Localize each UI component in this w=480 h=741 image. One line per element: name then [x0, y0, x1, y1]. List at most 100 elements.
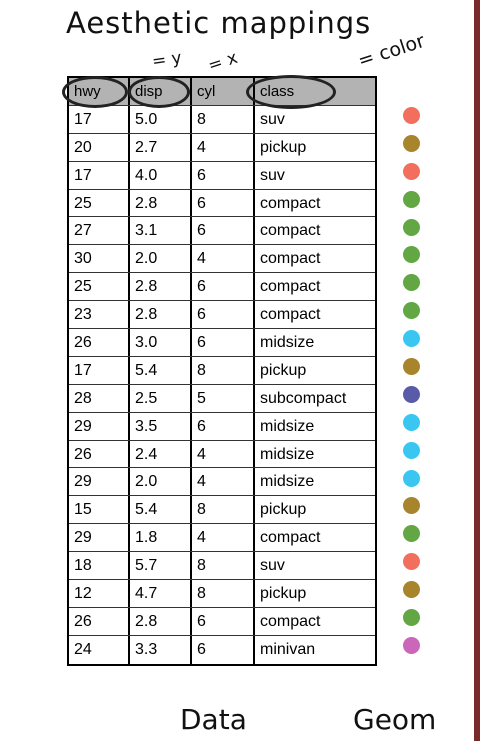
cell-disp: 3.5	[130, 412, 192, 440]
cell-hwy: 15	[69, 496, 130, 524]
cell-hwy: 29	[69, 468, 130, 496]
cell-class: suv	[260, 110, 285, 128]
data-label: Data	[180, 703, 247, 736]
geom-point-minivan	[403, 636, 420, 654]
table-row: 18 5.7 8 suv	[69, 552, 375, 581]
table-row: 20 2.7 4 pickup	[69, 133, 375, 162]
cell-cyl: 8	[192, 105, 255, 133]
table-row: 25 2.8 6 compact	[69, 189, 375, 218]
cell-cyl: 8	[192, 552, 255, 580]
cell-hwy: 23	[69, 301, 130, 329]
table-row: 26 3.0 6 midsize	[69, 329, 375, 357]
geom-point-compact	[403, 302, 420, 320]
cell-cyl: 5	[192, 384, 255, 412]
cell-class: suv	[260, 557, 285, 575]
cell-cyl: 6	[192, 607, 255, 635]
cell-hwy: 17	[69, 356, 130, 384]
cell-class: pickup	[260, 585, 307, 603]
hwy-circle	[62, 76, 128, 108]
mapping-label-x: = x	[205, 47, 241, 77]
table-row: 29 3.5 6 midsize	[69, 412, 375, 441]
cell-disp: 2.8	[130, 301, 192, 329]
cell-disp: 5.7	[130, 552, 192, 580]
cell-disp: 2.0	[130, 245, 192, 273]
geom-point-suv	[403, 162, 420, 180]
cell-class: compact	[260, 250, 321, 268]
geom-point-midsize	[403, 441, 420, 459]
cell-class: pickup	[260, 361, 307, 379]
class-circle	[246, 75, 336, 109]
cell-disp: 4.7	[130, 580, 192, 607]
cell-hwy: 17	[69, 161, 130, 189]
geom-point-suv	[403, 553, 420, 571]
cell-disp: 3.1	[130, 217, 192, 245]
cell-cyl: 6	[192, 412, 255, 440]
cell-class: midsize	[260, 473, 315, 491]
table-row: 15 5.4 8 pickup	[69, 496, 375, 525]
table-row: 27 3.1 6 compact	[69, 217, 375, 246]
geom-point-midsize	[403, 469, 420, 487]
cell-cyl: 4	[192, 245, 255, 273]
cell-cyl: 6	[192, 329, 255, 356]
cell-cyl: 8	[192, 580, 255, 607]
geom-point-compact	[403, 218, 420, 236]
disp-circle	[128, 76, 190, 108]
cell-hwy: 26	[69, 329, 130, 356]
cell-class: compact	[260, 612, 321, 630]
cell-disp: 2.0	[130, 468, 192, 496]
geom-point-midsize	[403, 330, 420, 348]
cell-disp: 2.8	[130, 607, 192, 635]
table-row: 23 2.8 6 compact	[69, 301, 375, 330]
geom-label: Geom	[353, 703, 437, 736]
cell-class: subcompact	[260, 389, 347, 407]
cell-class: minivan	[260, 640, 316, 658]
cell-cyl: 8	[192, 496, 255, 524]
cell-disp: 1.8	[130, 524, 192, 552]
cell-disp: 2.7	[130, 133, 192, 161]
cell-disp: 5.4	[130, 496, 192, 524]
cell-cyl: 6	[192, 301, 255, 329]
geom-point-pickup	[403, 358, 420, 376]
data-table: hwy disp cyl class 17 5.0 8 suv 20 2.7 4 pickup 17 4.…	[67, 76, 377, 666]
geom-point-subcompact	[403, 385, 420, 403]
table-row: 26 2.4 4 midsize	[69, 440, 375, 469]
cell-disp: 3.0	[130, 329, 192, 356]
table-row: 29 1.8 4 compact	[69, 524, 375, 553]
geom-point-compact	[403, 274, 420, 292]
cell-disp: 2.5	[130, 384, 192, 412]
cell-class: pickup	[260, 501, 307, 519]
cell-class: suv	[260, 166, 285, 184]
cell-hwy: 26	[69, 607, 130, 635]
cell-hwy: 18	[69, 552, 130, 580]
cell-cyl: 6	[192, 273, 255, 301]
cell-cyl: 6	[192, 189, 255, 217]
cell-disp: 4.0	[130, 161, 192, 189]
cell-disp: 5.0	[130, 105, 192, 133]
table-row: 17 4.0 6 suv	[69, 161, 375, 190]
cell-cyl: 6	[192, 635, 255, 664]
cell-hwy: 12	[69, 580, 130, 607]
cell-class: compact	[260, 306, 321, 324]
right-edge-bar	[474, 0, 480, 741]
geom-point-suv	[403, 107, 420, 124]
cell-disp: 3.3	[130, 635, 192, 664]
cell-class: midsize	[260, 417, 315, 435]
geom-point-compact	[403, 246, 420, 264]
cell-class: pickup	[260, 138, 307, 156]
cell-hwy: 25	[69, 189, 130, 217]
geom-point-pickup	[403, 134, 420, 152]
cell-cyl: 4	[192, 524, 255, 552]
cell-hwy: 20	[69, 133, 130, 161]
geom-point-pickup	[403, 581, 420, 599]
table-row: 25 2.8 6 compact	[69, 273, 375, 302]
table-row: 17 5.0 8 suv	[69, 105, 375, 134]
geom-point-pickup	[403, 497, 420, 515]
cell-hwy: 17	[69, 105, 130, 133]
cell-cyl: 4	[192, 468, 255, 496]
cell-hwy: 27	[69, 217, 130, 245]
cell-class: compact	[260, 529, 321, 547]
cell-cyl: 6	[192, 161, 255, 189]
geom-point-compact	[403, 609, 420, 627]
geom-point-compact	[403, 190, 420, 208]
table-row: 29 2.0 4 midsize	[69, 468, 375, 497]
